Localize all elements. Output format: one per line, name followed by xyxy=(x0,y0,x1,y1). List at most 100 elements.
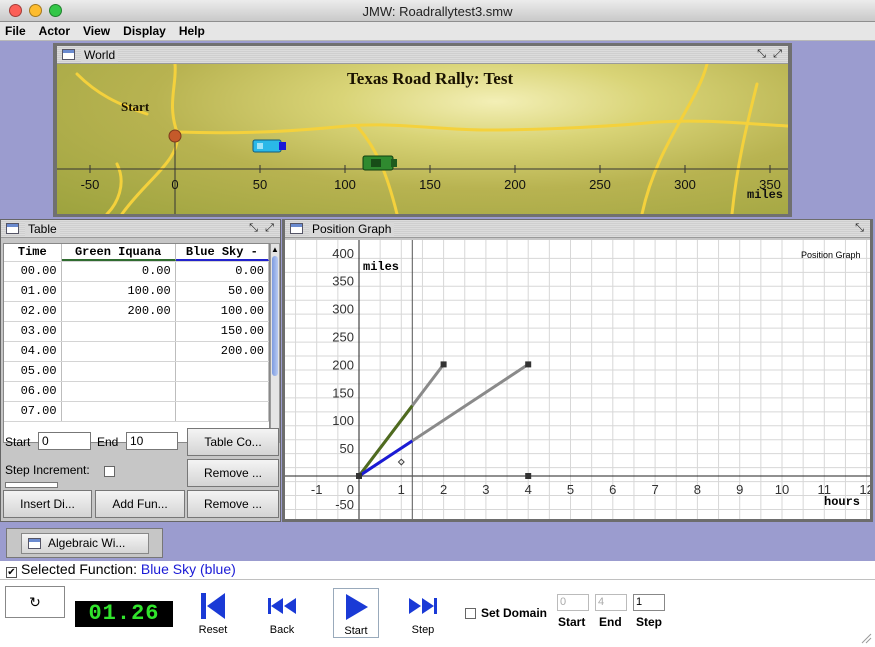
table-cell[interactable]: 01.00 xyxy=(4,282,62,301)
end-input[interactable]: 10 xyxy=(126,432,178,450)
graph-title-bar[interactable]: Position Graph ⤡ xyxy=(285,220,870,238)
table-cell[interactable]: 200.00 xyxy=(62,302,176,321)
table-cell[interactable]: 100.00 xyxy=(176,302,269,321)
table-cell[interactable]: 02.00 xyxy=(4,302,62,321)
table-cell[interactable] xyxy=(62,382,176,401)
start-button[interactable]: Start xyxy=(333,588,379,638)
table-row[interactable]: 03.00 150.00 xyxy=(4,322,269,342)
table-row[interactable]: 05.00 xyxy=(4,362,269,382)
graph-plot-area[interactable]: -112345678910111240035030025020015010050… xyxy=(285,240,874,519)
menu-help[interactable]: Help xyxy=(179,22,212,40)
maximize-icon[interactable]: ⤢ xyxy=(771,48,784,61)
table-cell[interactable]: 0.00 xyxy=(176,262,269,281)
restore-icon[interactable]: ⤡ xyxy=(755,48,768,61)
table-cell[interactable]: 00.00 xyxy=(4,262,62,281)
domain-end-input[interactable]: 4 xyxy=(595,594,627,611)
domain-end-marker[interactable] xyxy=(525,473,532,479)
menu-file[interactable]: File xyxy=(5,22,33,40)
table-row[interactable]: 00.00 0.00 0.00 xyxy=(4,262,269,282)
back-button[interactable]: Back xyxy=(259,590,305,636)
table-scrollbar[interactable]: ▲ ▼ xyxy=(270,243,280,443)
series-endpoint[interactable] xyxy=(440,361,447,368)
table-row[interactable]: 01.00 100.00 50.00 xyxy=(4,282,269,302)
y-tick-label: 350 xyxy=(332,274,354,289)
x-tick-label: 6 xyxy=(609,482,616,497)
x-tick-label: 9 xyxy=(736,482,743,497)
window-icon xyxy=(28,538,41,549)
table-cell[interactable]: 07.00 xyxy=(4,402,62,421)
reset-button[interactable]: Reset xyxy=(190,590,236,636)
table-window: Table ⤡ ⤢ Time Green Iquana Blue Sky - 0… xyxy=(0,219,281,522)
column-header-green-iquana[interactable]: Green Iquana xyxy=(61,244,176,261)
table-cell[interactable]: 0.00 xyxy=(62,262,176,281)
table-cell[interactable]: 200.00 xyxy=(176,342,269,361)
restore-icon[interactable]: ⤡ xyxy=(247,222,260,235)
column-header-time[interactable]: Time xyxy=(4,244,62,261)
remove-button-2[interactable]: Remove ... xyxy=(187,490,279,518)
insert-data-button[interactable]: Insert Di... xyxy=(3,490,92,518)
series-endpoint[interactable] xyxy=(525,361,532,368)
domain-step-input[interactable]: 1 xyxy=(633,594,665,611)
green-iquana-car-icon[interactable] xyxy=(362,155,397,171)
table-row[interactable]: 02.00 200.00 100.00 xyxy=(4,302,269,322)
step-increment-input[interactable] xyxy=(5,482,58,488)
window-title: JMW: Roadrallytest3.smw xyxy=(362,4,513,19)
table-cell[interactable] xyxy=(62,322,176,341)
table-cell[interactable] xyxy=(62,342,176,361)
step-increment-checkbox[interactable] xyxy=(104,466,115,477)
table-cell[interactable]: 06.00 xyxy=(4,382,62,401)
table-cell[interactable]: 03.00 xyxy=(4,322,62,341)
table-config-button[interactable]: Table Co... xyxy=(187,428,279,456)
set-domain-checkbox[interactable] xyxy=(465,608,476,619)
domain-start-input[interactable]: 0 xyxy=(557,594,589,611)
table-cell[interactable]: 05.00 xyxy=(4,362,62,381)
restore-icon[interactable]: ⤡ xyxy=(853,222,866,235)
start-input[interactable]: 0 xyxy=(38,432,91,450)
add-function-button[interactable]: Add Fun... xyxy=(95,490,185,518)
world-axis-tick-label: 200 xyxy=(504,177,526,192)
table-cell[interactable] xyxy=(176,402,269,421)
table-cell[interactable] xyxy=(176,362,269,381)
domain-start-label: Start xyxy=(558,615,586,629)
table-row[interactable]: 04.00 200.00 xyxy=(4,342,269,362)
selected-function-bar: ✔ Selected Function: Blue Sky (blue) xyxy=(0,561,875,580)
selected-function-checkbox[interactable]: ✔ xyxy=(6,567,17,578)
position-graph-chart[interactable]: -112345678910111240035030025020015010050… xyxy=(285,240,874,519)
refresh-button[interactable]: ↻ xyxy=(5,586,65,618)
domain-step-label: Step xyxy=(636,615,663,629)
maximize-icon[interactable]: ⤢ xyxy=(263,222,276,235)
series-line-traveled[interactable] xyxy=(357,404,414,477)
table-row[interactable]: 07.00 xyxy=(4,402,269,422)
column-header-blue-sky[interactable]: Blue Sky - xyxy=(175,244,269,261)
remove-button-1[interactable]: Remove ... xyxy=(187,459,279,487)
data-table[interactable]: Time Green Iquana Blue Sky - 00.00 0.00 0.… xyxy=(3,243,270,443)
y-tick-label: 100 xyxy=(332,413,354,428)
resize-grip-icon[interactable] xyxy=(860,632,872,644)
table-body: 00.00 0.00 0.00 01.00 100.00 50.00 02.00 200.00… xyxy=(4,262,269,422)
x-tick-label: 3 xyxy=(482,482,489,497)
series-origin-point[interactable] xyxy=(356,473,362,479)
scroll-up-icon[interactable]: ▲ xyxy=(271,245,279,254)
table-cell[interactable] xyxy=(62,362,176,381)
table-cell[interactable]: 04.00 xyxy=(4,342,62,361)
menu-view[interactable]: View xyxy=(83,22,117,40)
world-axis-tick-label: 150 xyxy=(419,177,441,192)
window-icon xyxy=(6,223,19,234)
table-cell[interactable] xyxy=(176,382,269,401)
table-cell[interactable]: 50.00 xyxy=(176,282,269,301)
blue-sky-car-icon[interactable] xyxy=(252,139,286,153)
menu-actor[interactable]: Actor xyxy=(39,22,77,40)
y-tick-label: 300 xyxy=(332,302,354,317)
series-line-traveled[interactable] xyxy=(358,439,414,478)
table-cell[interactable] xyxy=(62,402,176,421)
menu-display[interactable]: Display xyxy=(123,22,173,40)
algebraic-window-button[interactable]: Algebraic Wi... xyxy=(21,533,149,554)
table-title-bar[interactable]: Table ⤡ ⤢ xyxy=(1,220,280,238)
step-button[interactable]: Step xyxy=(400,590,446,636)
world-title-bar[interactable]: World ⤡ ⤢ xyxy=(57,46,788,64)
back-label: Back xyxy=(269,624,295,636)
table-cell[interactable]: 100.00 xyxy=(62,282,176,301)
scroll-thumb[interactable] xyxy=(272,256,278,376)
table-cell[interactable]: 150.00 xyxy=(176,322,269,341)
table-row[interactable]: 06.00 xyxy=(4,382,269,402)
